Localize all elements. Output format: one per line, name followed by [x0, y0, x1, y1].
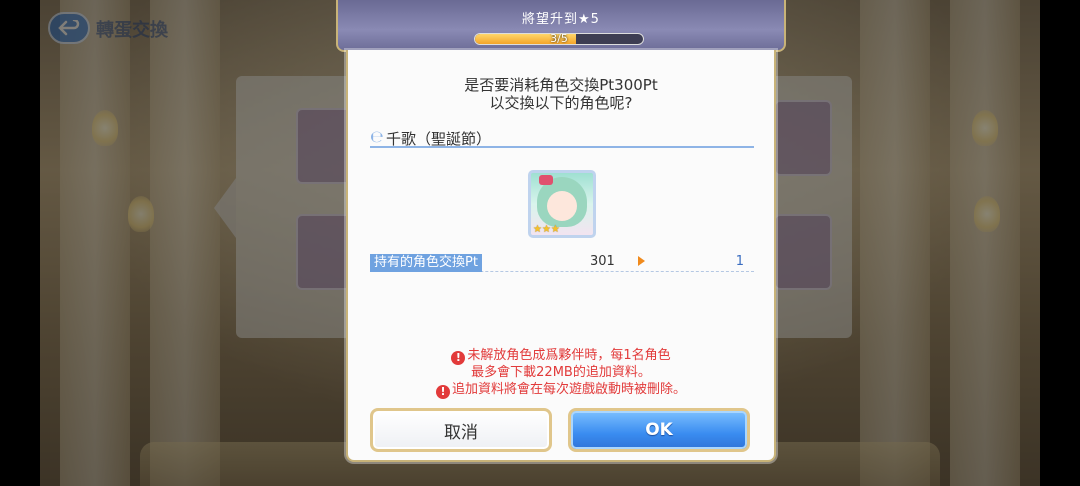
- character-portrait[interactable]: ★★★: [528, 170, 596, 238]
- warning-icon: !: [451, 351, 466, 365]
- download-warning-line-1: ! 未解放角色成爲夥伴時，每1名角色: [348, 348, 774, 365]
- download-warning-text-1: 未解放角色成爲夥伴時，每1名角色: [467, 348, 671, 363]
- rarity-stars-icon: ★★★: [533, 224, 560, 235]
- star-progress-bar: 3/5: [474, 33, 644, 45]
- character-name-row: ℮ 千歌（聖誕節）: [370, 126, 754, 148]
- question-line-1: 是否要消耗角色交換Pt300Pt: [464, 76, 658, 94]
- warning-icon: !: [435, 385, 450, 399]
- ok-button[interactable]: OK: [568, 408, 750, 452]
- question-line-2: 以交換以下的角色呢?: [489, 94, 633, 112]
- letterbox-right: [1040, 0, 1080, 486]
- progress-text: 3/5: [550, 33, 568, 45]
- download-warning: ! 未解放角色成爲夥伴時，每1名角色 最多會下載22MB的追加資料。: [348, 348, 774, 380]
- portrait-bow: [539, 175, 553, 185]
- delete-warning: ! 追加資料將會在每次遊戲啟動時被刪除。: [348, 382, 774, 399]
- confirm-question: 是否要消耗角色交換Pt300Pt 以交換以下的角色呢?: [348, 76, 774, 112]
- flourish-icon: ℮: [370, 127, 384, 146]
- character-name: 千歌（聖誕節）: [386, 130, 492, 148]
- download-warning-line-2: 最多會下載22MB的追加資料。: [471, 365, 651, 380]
- delete-warning-text: 追加資料將會在每次遊戲啟動時被刪除。: [451, 382, 686, 397]
- exchange-pt-label: 持有的角色交換Pt: [370, 254, 482, 272]
- exchange-pt-after: 1: [735, 254, 744, 269]
- portrait-face: [547, 191, 577, 221]
- dialog-title: 將望升到★5: [522, 12, 600, 27]
- cancel-button[interactable]: 取消: [370, 408, 552, 452]
- exchange-pt-current: 301: [590, 254, 615, 269]
- exchange-dialog: 是否要消耗角色交換Pt300Pt 以交換以下的角色呢? ℮ 千歌（聖誕節） ★★…: [346, 50, 776, 462]
- arrow-right-icon: [638, 256, 645, 266]
- letterbox-left: [0, 0, 40, 486]
- exchange-pt-row: 持有的角色交換Pt 301 1: [370, 254, 754, 272]
